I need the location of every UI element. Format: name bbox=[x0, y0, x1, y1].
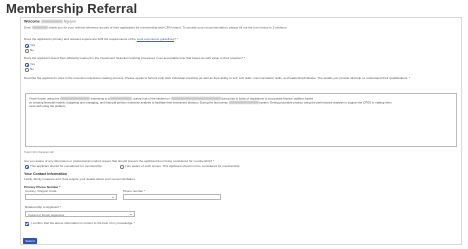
country-code-select[interactable] bbox=[25, 194, 117, 200]
contact-heading: Your Contact Information bbox=[24, 172, 68, 176]
contact-subtext: Lastly, family measure and, thus require… bbox=[24, 177, 136, 181]
page-title: Membership Referral bbox=[6, 1, 138, 16]
q4-consider-label: This applicant should be considered for … bbox=[30, 164, 103, 168]
redacted-name bbox=[40, 20, 63, 23]
relationship-label: Relationship to Applicant * bbox=[25, 205, 61, 209]
submit-button[interactable]: Submit bbox=[23, 238, 37, 244]
q2-no-label: No bbox=[30, 67, 34, 71]
answer-line-6: system. During procedure product using t… bbox=[259, 100, 392, 105]
q1-no-radio[interactable] bbox=[25, 49, 29, 53]
work-experience-guidelines-link[interactable]: work experience guidelines bbox=[137, 37, 174, 41]
q4-consider-radio[interactable] bbox=[25, 165, 29, 169]
welcome-heading: Welcome Nguyen bbox=[24, 19, 77, 24]
answer-line-7: more with using the problem. bbox=[29, 104, 67, 108]
answer-line: on creating financial models, budgeting … bbox=[29, 100, 392, 105]
relationship-value: Current or former supervisor bbox=[28, 213, 65, 217]
chevron-down-icon bbox=[112, 196, 114, 198]
role-description-textarea[interactable]: I have known using this interesting to a… bbox=[25, 93, 457, 147]
q4-not-consider-radio[interactable] bbox=[120, 165, 124, 169]
q1-suffix: ? * bbox=[174, 37, 178, 41]
q4-not-consider-label: I am aware of such issues. This applican… bbox=[125, 164, 241, 168]
character-counter: Total 2,344 characters left bbox=[24, 151, 54, 154]
relationship-select[interactable]: Current or former supervisor bbox=[25, 211, 135, 217]
intro-text: , thank you for your referral reference … bbox=[47, 25, 288, 30]
referral-form: Welcome Nguyen Dear , thank you for your… bbox=[20, 17, 462, 245]
welcome-label: Welcome bbox=[24, 19, 40, 24]
q1-text: Does the applicant's primary and relevan… bbox=[24, 37, 136, 41]
question-efficiency: Does the applicant spend their efficient… bbox=[24, 56, 245, 60]
confirm-label: I confirm that the above information is … bbox=[31, 221, 136, 225]
q2-yes-radio[interactable] bbox=[25, 63, 29, 67]
q2-no-radio[interactable] bbox=[25, 68, 29, 72]
q1-no-label: No bbox=[30, 48, 34, 52]
chevron-down-icon bbox=[130, 213, 132, 215]
confirm-checkbox[interactable] bbox=[25, 222, 29, 226]
q1-yes-radio[interactable] bbox=[25, 44, 29, 48]
redacted-recipient bbox=[31, 26, 48, 29]
question-work-experience: Does the applicant's primary and relevan… bbox=[24, 37, 178, 42]
welcome-intro: Dear , thank you for your referral refer… bbox=[24, 25, 288, 30]
phone-number-input[interactable] bbox=[123, 194, 221, 200]
intro-prefix: Dear bbox=[24, 25, 31, 30]
question-role-description: Describe the applicant's roles in the in… bbox=[24, 76, 411, 80]
